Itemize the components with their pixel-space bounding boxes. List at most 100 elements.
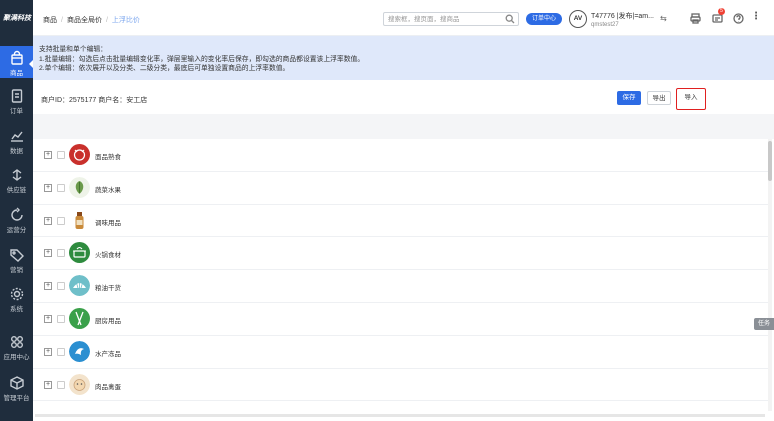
horizontal-scrollbar-track — [33, 411, 774, 421]
list-item: + 面品熟食 — [33, 139, 768, 172]
chart-icon — [9, 128, 25, 144]
category-thumbnail — [69, 242, 90, 264]
category-thumbnail — [69, 373, 90, 395]
sidebar-item-label: 数据 — [10, 148, 23, 155]
sidebar: 聚满科技 商品 订单 数据 供应链 运营分 营销 系统 应用中心 管理平台 — [0, 0, 33, 421]
bag-icon — [9, 50, 25, 66]
category-name: 粮油干货 — [95, 285, 121, 293]
category-name: 厨房用品 — [95, 317, 121, 325]
list-item: + 蔬菜水果 — [33, 172, 768, 205]
save-button[interactable]: 保存 — [617, 91, 641, 105]
notice-line: 支持批量和单个编辑： — [39, 46, 107, 53]
merchant-info: 商户ID：2575177 商户名：安工店 — [41, 97, 148, 104]
row-checkbox[interactable] — [57, 314, 65, 323]
order-center-button[interactable]: 订单中心 — [526, 13, 562, 25]
user-account: qmstest27 — [591, 22, 619, 28]
category-name: 蔬菜水果 — [95, 186, 121, 194]
breadcrumb-item[interactable]: 商品 — [43, 17, 57, 24]
category-thumbnail — [69, 340, 90, 362]
more-icon[interactable]: ⋮ — [751, 11, 761, 22]
notification-badge: 5 — [718, 8, 725, 15]
expand-toggle[interactable]: + — [44, 380, 52, 389]
horizontal-scrollbar[interactable] — [35, 414, 765, 417]
category-name: 水产冻品 — [95, 350, 121, 358]
category-name: 火锅食材 — [95, 252, 121, 260]
sidebar-item-label: 营销 — [10, 267, 23, 274]
notice-banner: 支持批量和单个编辑： 1.批量编辑：勾选后点击批量编辑变化率，弹层里输入的变化率… — [33, 36, 774, 80]
switch-account-icon[interactable]: ⇆ — [660, 14, 667, 23]
sidebar-item-label: 商品 — [10, 70, 23, 77]
search-icon[interactable] — [505, 14, 515, 24]
expand-toggle[interactable]: + — [44, 347, 52, 356]
list-item: + 肉品禽蛋 — [33, 369, 768, 402]
row-checkbox[interactable] — [57, 216, 65, 225]
expand-toggle[interactable]: + — [44, 216, 52, 225]
avatar[interactable]: AV — [569, 10, 587, 28]
category-thumbnail — [69, 176, 90, 198]
category-thumbnail — [69, 275, 90, 297]
expand-toggle[interactable]: + — [44, 282, 52, 291]
user-info[interactable]: T47776 |发布|=am... qmstest27 — [591, 11, 654, 28]
expand-toggle[interactable]: + — [44, 249, 52, 258]
gear-icon — [9, 286, 25, 302]
vertical-scrollbar[interactable] — [768, 141, 772, 181]
task-float-tab[interactable]: 任务 — [754, 318, 774, 330]
list-item: + 水产冻品 — [33, 336, 768, 369]
row-checkbox[interactable] — [57, 249, 65, 258]
row-checkbox[interactable] — [57, 347, 65, 356]
category-name: 肉品禽蛋 — [95, 383, 121, 391]
sidebar-item-label: 应用中心 — [3, 354, 30, 361]
print-icon[interactable] — [690, 13, 701, 24]
apps-icon — [9, 334, 25, 350]
sidebar-item-orders[interactable]: 订单 — [0, 88, 33, 115]
sidebar-item-supply[interactable]: 供应链 — [0, 167, 33, 194]
breadcrumb-item[interactable]: 商品全局价 — [67, 17, 102, 24]
sidebar-item-data[interactable]: 数据 — [0, 128, 33, 155]
sidebar-item-marketing[interactable]: 营销 — [0, 247, 33, 274]
expand-toggle[interactable]: + — [44, 183, 52, 192]
tag-icon — [9, 247, 25, 263]
sidebar-item-label: 运营分 — [6, 227, 27, 234]
breadcrumb-current: 上浮比价 — [111, 17, 140, 24]
sidebar-item-label: 供应链 — [6, 187, 27, 194]
refresh-icon — [9, 207, 25, 223]
export-button[interactable]: 导出 — [647, 91, 671, 105]
notice-line: 1.批量编辑：勾选后点击批量编辑变化率，弹层里输入的变化率后保存，即勾选的商品都… — [39, 55, 365, 63]
search-box — [383, 12, 519, 26]
top-header: 商品/商品全局价/上浮比价 订单中心 AV T47776 |发布|=am... … — [33, 0, 774, 36]
import-button[interactable]: 导入 — [676, 88, 706, 110]
sidebar-item-system[interactable]: 系统 — [0, 286, 33, 313]
category-thumbnail — [69, 307, 90, 329]
expand-toggle[interactable]: + — [44, 314, 52, 323]
notice-line: 2.单个编辑：依次展开以及分类、二级分类，最底后可单独设置商品的上浮率数值。 — [39, 65, 290, 72]
row-checkbox[interactable] — [57, 183, 65, 192]
list-item: + 调味用品 — [33, 205, 768, 238]
logo: 聚满科技 — [3, 15, 31, 22]
breadcrumb: 商品 / 商品全局价 / 上浮比价 — [43, 17, 140, 24]
user-name: T47776 |发布|=am... — [591, 13, 654, 20]
help-icon[interactable] — [733, 13, 744, 24]
sidebar-item-ops[interactable]: 运营分 — [0, 207, 33, 234]
search-input[interactable] — [384, 13, 502, 25]
category-name: 面品熟食 — [95, 154, 121, 161]
merchant-info-row: 商户ID：2575177 商户名：安工店 保存 导出 导入 — [33, 80, 774, 114]
row-checkbox[interactable] — [57, 380, 65, 389]
list-item: + 厨房用品 — [33, 303, 768, 336]
row-checkbox[interactable] — [57, 282, 65, 291]
document-icon — [9, 88, 25, 104]
category-thumbnail — [69, 144, 90, 165]
list-item: + 火锅食材 — [33, 237, 768, 271]
sidebar-item-platform[interactable]: 管理平台 — [0, 375, 33, 402]
row-checkbox[interactable] — [57, 151, 65, 159]
table-header — [33, 114, 774, 139]
sidebar-item-label: 订单 — [10, 108, 23, 115]
category-list: + 面品熟食 + 蔬菜水果 + 调味用品 + 火锅食材 + 粮油干货 + 厨房用… — [33, 139, 768, 402]
share-icon — [9, 167, 25, 183]
expand-toggle[interactable]: + — [44, 151, 52, 159]
category-name: 调味用品 — [95, 219, 121, 227]
sidebar-item-apps[interactable]: 应用中心 — [0, 334, 33, 361]
cube-icon — [9, 375, 25, 391]
list-item: + 粮油干货 — [33, 270, 768, 303]
sidebar-item-label: 管理平台 — [3, 395, 30, 402]
category-thumbnail — [69, 209, 90, 231]
